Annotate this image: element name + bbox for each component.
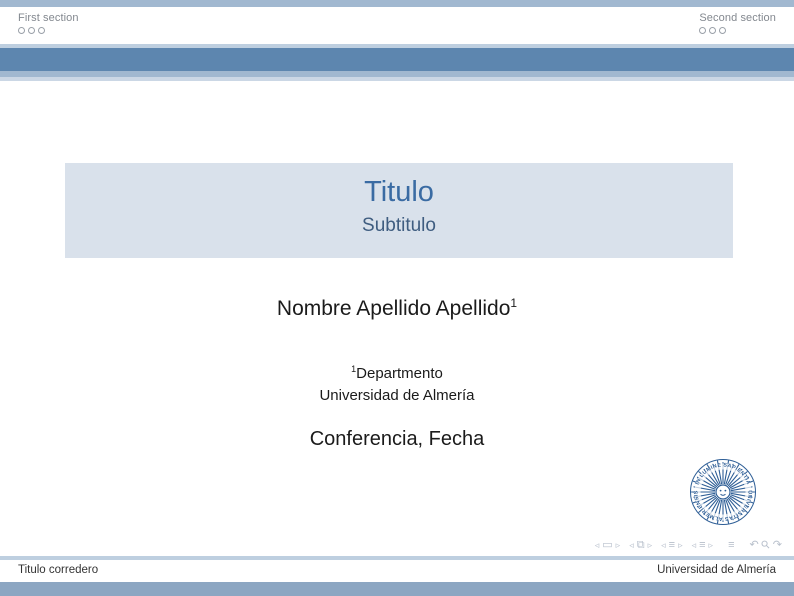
top-edge-bar xyxy=(0,0,794,7)
footer-short-title: Titulo corredero xyxy=(18,564,98,576)
section-nav-first: First section xyxy=(18,12,79,34)
prev-slide-icon[interactable]: ◃ xyxy=(595,538,600,552)
conference-date-line: Conferencia, Fecha xyxy=(0,428,794,451)
header-section-nav: First section Second section xyxy=(0,7,794,44)
go-back-icon[interactable]: ↶ xyxy=(750,538,759,552)
appendix-icon[interactable]: ≡ xyxy=(728,538,734,552)
institute-line-department: 1Departmento xyxy=(0,358,794,385)
slide-subtitle: Subtitulo xyxy=(65,215,733,237)
slide-dots-first xyxy=(18,27,79,34)
footer-band: Titulo corredero Universidad de Almería xyxy=(0,560,794,582)
slide-dot[interactable] xyxy=(28,27,35,34)
section-nav-second: Second section xyxy=(699,12,776,34)
slide-dot[interactable] xyxy=(719,27,726,34)
slide-dot[interactable] xyxy=(709,27,716,34)
footer-institution: Universidad de Almería xyxy=(657,564,776,576)
subsection-icon[interactable]: ≡ xyxy=(669,538,675,552)
author-footnote-mark: 1 xyxy=(510,296,517,310)
slide-dot[interactable] xyxy=(38,27,45,34)
footer-bottom-bar xyxy=(0,582,794,596)
prev-section-icon[interactable]: ◃ xyxy=(692,538,697,552)
slide-dot[interactable] xyxy=(699,27,706,34)
section-link-first[interactable]: First section xyxy=(18,12,79,24)
section-link-second[interactable]: Second section xyxy=(699,12,776,24)
next-slide-icon[interactable]: ▹ xyxy=(616,538,621,552)
search-icon[interactable]: ⚲ xyxy=(758,537,774,553)
slide-icon[interactable]: ▭ xyxy=(602,538,612,552)
slide-dot[interactable] xyxy=(18,27,25,34)
next-frame-icon[interactable]: ▹ xyxy=(648,538,653,552)
title-block: Titulo Subtitulo xyxy=(65,163,733,258)
header-light-bar xyxy=(0,77,794,81)
author-line: Nombre Apellido Apellido1 xyxy=(0,296,794,321)
beamer-navigation-bar: ◃ ▭ ▹ ◃ ⧉ ▹ ◃ ≡ ▹ ◃ ≡ ▹ ≡ ↶ ⚲ ↷ xyxy=(592,538,782,552)
section-icon[interactable]: ≡ xyxy=(699,538,705,552)
institute-university: Universidad de Almería xyxy=(0,385,794,407)
next-section-icon[interactable]: ▹ xyxy=(709,538,714,552)
prev-frame-icon[interactable]: ◃ xyxy=(629,538,634,552)
go-forward-icon[interactable]: ↷ xyxy=(773,538,782,552)
university-of-almeria-seal: IN LUMINE SAPIENTIA UNIVERSITAS ALMERIEN… xyxy=(689,458,757,526)
frame-icon[interactable]: ⧉ xyxy=(637,538,645,552)
author-name: Nombre Apellido Apellido xyxy=(277,297,510,320)
footline: Titulo corredero Universidad de Almería xyxy=(0,556,794,596)
header-main-bar xyxy=(0,48,794,71)
beamer-title-slide: First section Second section Titulo Subt… xyxy=(0,0,794,596)
seal-icon: IN LUMINE SAPIENTIA UNIVERSITAS ALMERIEN… xyxy=(689,458,757,526)
prev-subsection-icon[interactable]: ◃ xyxy=(661,538,666,552)
slide-title: Titulo xyxy=(65,176,733,209)
institute-block: 1Departmento Universidad de Almería xyxy=(0,358,794,407)
next-subsection-icon[interactable]: ▹ xyxy=(678,538,683,552)
institute-department: Departmento xyxy=(356,365,443,382)
slide-dots-second xyxy=(699,27,776,34)
